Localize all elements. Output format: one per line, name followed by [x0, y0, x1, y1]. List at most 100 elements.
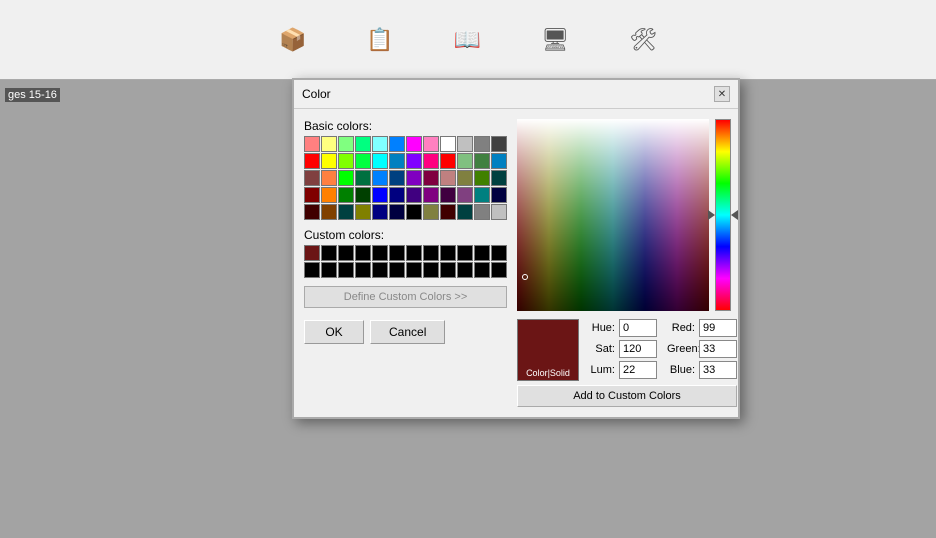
basic-color-cell[interactable]: [355, 187, 371, 203]
basic-color-cell[interactable]: [423, 153, 439, 169]
custom-color-cell[interactable]: [372, 245, 388, 261]
basic-color-cell[interactable]: [338, 204, 354, 220]
basic-color-cell[interactable]: [423, 136, 439, 152]
basic-color-cell[interactable]: [338, 153, 354, 169]
custom-color-cell[interactable]: [304, 262, 320, 278]
basic-color-cell[interactable]: [372, 170, 388, 186]
basic-color-cell[interactable]: [406, 153, 422, 169]
basic-color-cell[interactable]: [491, 153, 507, 169]
blue-input[interactable]: [699, 361, 737, 379]
add-to-custom-colors-button[interactable]: Add to Custom Colors: [517, 385, 737, 407]
basic-color-cell[interactable]: [457, 204, 473, 220]
basic-color-cell[interactable]: [355, 153, 371, 169]
basic-color-cell[interactable]: [491, 170, 507, 186]
basic-color-cell[interactable]: [389, 153, 405, 169]
custom-color-cell[interactable]: [321, 262, 337, 278]
custom-color-cell[interactable]: [423, 245, 439, 261]
basic-color-cell[interactable]: [474, 170, 490, 186]
basic-color-cell[interactable]: [474, 153, 490, 169]
custom-color-cell[interactable]: [406, 245, 422, 261]
custom-color-cell[interactable]: [474, 262, 490, 278]
custom-color-cell[interactable]: [491, 262, 507, 278]
basic-color-cell[interactable]: [321, 136, 337, 152]
basic-color-cell[interactable]: [440, 204, 456, 220]
custom-color-cell[interactable]: [406, 262, 422, 278]
custom-color-cell[interactable]: [355, 262, 371, 278]
custom-color-cell[interactable]: [457, 262, 473, 278]
basic-color-cell[interactable]: [491, 204, 507, 220]
custom-color-cell[interactable]: [355, 245, 371, 261]
basic-color-cell[interactable]: [423, 170, 439, 186]
basic-color-cell[interactable]: [457, 170, 473, 186]
cancel-button[interactable]: Cancel: [370, 320, 445, 344]
basic-color-cell[interactable]: [304, 170, 320, 186]
ok-button[interactable]: OK: [304, 320, 364, 344]
basic-color-cell[interactable]: [474, 136, 490, 152]
toolbar-icon-5[interactable]: 🛠: [629, 27, 657, 53]
lum-input[interactable]: [619, 361, 657, 379]
custom-color-cell[interactable]: [321, 245, 337, 261]
basic-color-cell[interactable]: [440, 170, 456, 186]
custom-color-cell[interactable]: [338, 245, 354, 261]
red-input[interactable]: [699, 319, 737, 337]
toolbar-icon-4[interactable]: 🖥: [541, 27, 569, 53]
basic-color-cell[interactable]: [457, 136, 473, 152]
close-button[interactable]: ✕: [714, 86, 730, 102]
basic-color-cell[interactable]: [406, 204, 422, 220]
basic-color-cell[interactable]: [304, 136, 320, 152]
basic-color-cell[interactable]: [304, 187, 320, 203]
basic-color-cell[interactable]: [440, 153, 456, 169]
basic-color-cell[interactable]: [372, 153, 388, 169]
basic-color-cell[interactable]: [406, 170, 422, 186]
basic-color-cell[interactable]: [491, 187, 507, 203]
basic-color-cell[interactable]: [474, 204, 490, 220]
basic-color-cell[interactable]: [321, 204, 337, 220]
green-input[interactable]: [699, 340, 737, 358]
basic-color-cell[interactable]: [338, 187, 354, 203]
basic-color-cell[interactable]: [355, 136, 371, 152]
custom-color-cell[interactable]: [423, 262, 439, 278]
basic-color-cell[interactable]: [372, 187, 388, 203]
toolbar-icon-2[interactable]: 📋: [366, 27, 393, 53]
custom-color-cell[interactable]: [304, 245, 320, 261]
basic-color-cell[interactable]: [389, 204, 405, 220]
custom-color-cell[interactable]: [338, 262, 354, 278]
define-custom-colors-button[interactable]: Define Custom Colors >>: [304, 286, 507, 308]
basic-color-cell[interactable]: [474, 187, 490, 203]
hue-slider[interactable]: [715, 119, 731, 311]
custom-color-cell[interactable]: [440, 245, 456, 261]
basic-color-cell[interactable]: [406, 187, 422, 203]
basic-color-cell[interactable]: [423, 187, 439, 203]
custom-color-cell[interactable]: [474, 245, 490, 261]
custom-color-cell[interactable]: [372, 262, 388, 278]
basic-color-cell[interactable]: [372, 136, 388, 152]
basic-color-cell[interactable]: [423, 204, 439, 220]
custom-color-cell[interactable]: [491, 245, 507, 261]
custom-color-cell[interactable]: [457, 245, 473, 261]
basic-color-cell[interactable]: [321, 187, 337, 203]
basic-color-cell[interactable]: [321, 170, 337, 186]
custom-color-cell[interactable]: [440, 262, 456, 278]
basic-color-cell[interactable]: [389, 136, 405, 152]
basic-color-cell[interactable]: [491, 136, 507, 152]
hue-input[interactable]: [619, 319, 657, 337]
basic-color-cell[interactable]: [338, 136, 354, 152]
basic-color-cell[interactable]: [321, 153, 337, 169]
basic-color-cell[interactable]: [355, 170, 371, 186]
basic-color-cell[interactable]: [457, 187, 473, 203]
basic-color-cell[interactable]: [304, 153, 320, 169]
basic-color-cell[interactable]: [440, 187, 456, 203]
custom-color-cell[interactable]: [389, 262, 405, 278]
basic-color-cell[interactable]: [389, 170, 405, 186]
custom-color-cell[interactable]: [389, 245, 405, 261]
color-spectrum[interactable]: [517, 119, 709, 311]
basic-color-cell[interactable]: [389, 187, 405, 203]
sat-input[interactable]: [619, 340, 657, 358]
basic-color-cell[interactable]: [457, 153, 473, 169]
toolbar-icon-1[interactable]: 📦: [279, 27, 306, 53]
basic-color-cell[interactable]: [440, 136, 456, 152]
toolbar-icon-3[interactable]: 📖: [454, 27, 481, 53]
basic-color-cell[interactable]: [355, 204, 371, 220]
basic-color-cell[interactable]: [338, 170, 354, 186]
basic-color-cell[interactable]: [406, 136, 422, 152]
